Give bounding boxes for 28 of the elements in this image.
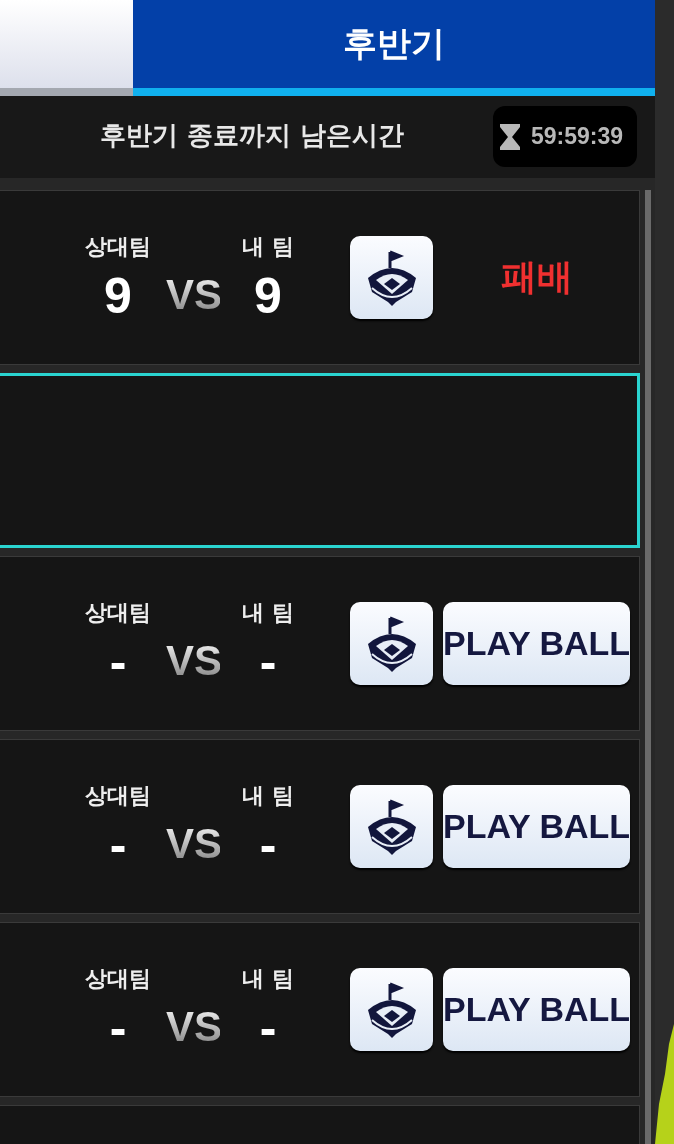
- score: -: [259, 633, 277, 690]
- team-label: 상대팀: [85, 964, 151, 993]
- play-ball-button[interactable]: PLAY BALL: [443, 968, 630, 1051]
- hourglass-icon: [499, 122, 521, 151]
- stadium-button[interactable]: [350, 785, 433, 868]
- team-label: 내 팀: [242, 232, 294, 261]
- remaining-time-label: 후반기 종료까지 남은시간: [100, 119, 405, 152]
- team-label: 상대팀: [85, 232, 151, 261]
- score: 9: [254, 267, 282, 324]
- play-ball-button[interactable]: PLAY BALL: [443, 602, 630, 685]
- play-ball-button[interactable]: PLAY BALL: [443, 785, 630, 868]
- timer-text: 59:59:39: [531, 123, 624, 150]
- score: -: [259, 816, 277, 873]
- score: 9: [104, 267, 132, 324]
- score: -: [109, 999, 127, 1056]
- tab[interactable]: 후반기: [133, 0, 655, 96]
- stadium-button[interactable]: [350, 968, 433, 1051]
- team-label: 내 팀: [242, 598, 294, 627]
- stadium-button[interactable]: [350, 236, 433, 319]
- team-label: 상대팀: [85, 598, 151, 627]
- score: -: [109, 633, 127, 690]
- result-label: 패배: [499, 255, 574, 299]
- stadium-button[interactable]: [350, 602, 433, 685]
- team-label: 내 팀: [242, 781, 294, 810]
- score: -: [109, 816, 127, 873]
- team-label: 내 팀: [242, 964, 294, 993]
- team-label: 상대팀: [85, 781, 151, 810]
- score: -: [259, 999, 277, 1056]
